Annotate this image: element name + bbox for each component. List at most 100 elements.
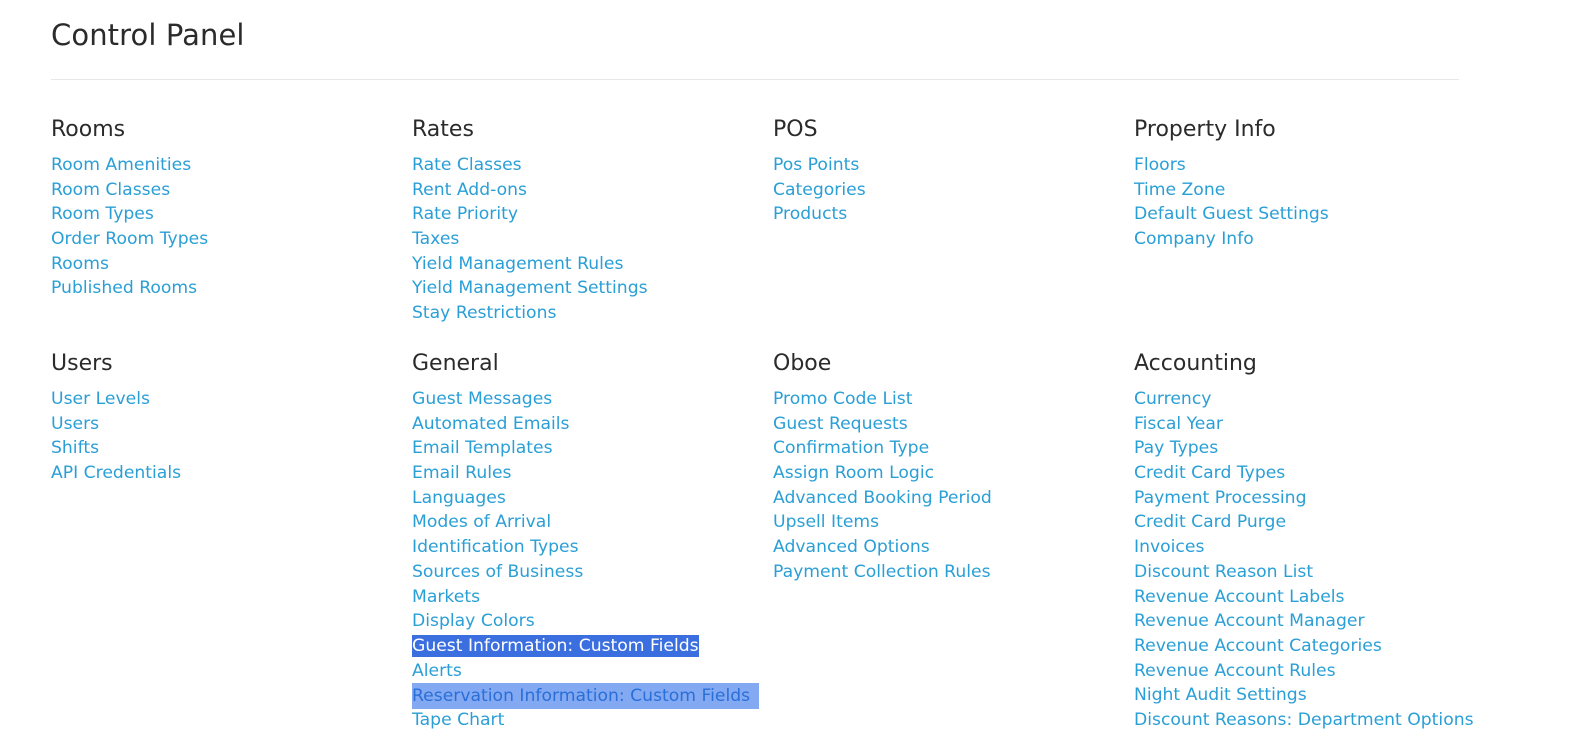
section-pos: POS Pos Points Categories Products xyxy=(773,116,1123,227)
link-fiscal-year[interactable]: Fiscal Year xyxy=(1134,414,1223,434)
link-revenue-account-manager[interactable]: Revenue Account Manager xyxy=(1134,611,1365,631)
link-night-audit-settings[interactable]: Night Audit Settings xyxy=(1134,685,1307,705)
link-room-amenities[interactable]: Room Amenities xyxy=(51,155,191,175)
list-item: Room Amenities xyxy=(51,153,401,178)
page-title: Control Panel xyxy=(51,18,245,52)
list-item: Alerts xyxy=(412,659,762,684)
link-tape-chart[interactable]: Tape Chart xyxy=(412,710,504,730)
link-company-info[interactable]: Company Info xyxy=(1134,229,1254,249)
link-languages[interactable]: Languages xyxy=(412,488,506,508)
link-users[interactable]: Users xyxy=(51,414,99,434)
list-item: Payment Processing xyxy=(1134,486,1484,511)
link-identification-types[interactable]: Identification Types xyxy=(412,537,579,557)
link-published-rooms[interactable]: Published Rooms xyxy=(51,278,197,298)
list-item: Email Templates xyxy=(412,436,762,461)
section-link-list: Rate Classes Rent Add-ons Rate Priority Tax… xyxy=(412,153,762,326)
list-item: Display Colors xyxy=(412,609,762,634)
list-item: Automated Emails xyxy=(412,412,762,437)
link-rooms[interactable]: Rooms xyxy=(51,254,109,274)
link-rate-classes[interactable]: Rate Classes xyxy=(412,155,522,175)
list-item: Guest Information: Custom Fields xyxy=(412,634,762,659)
list-item: Discount Reason List xyxy=(1134,560,1484,585)
link-order-room-types[interactable]: Order Room Types xyxy=(51,229,208,249)
section-heading-property-info: Property Info xyxy=(1134,117,1276,142)
link-pay-types[interactable]: Pay Types xyxy=(1134,438,1218,458)
link-taxes[interactable]: Taxes xyxy=(412,229,459,249)
link-room-classes[interactable]: Room Classes xyxy=(51,180,170,200)
list-item: Modes of Arrival xyxy=(412,510,762,535)
list-item: Products xyxy=(773,202,1123,227)
list-item: Room Types xyxy=(51,202,401,227)
link-guest-messages[interactable]: Guest Messages xyxy=(412,389,552,409)
link-shifts[interactable]: Shifts xyxy=(51,438,99,458)
link-api-credentials[interactable]: API Credentials xyxy=(51,463,181,483)
list-item: Guest Messages xyxy=(412,387,762,412)
link-credit-card-purge[interactable]: Credit Card Purge xyxy=(1134,512,1286,532)
list-item: Confirmation Type xyxy=(773,436,1123,461)
list-item: Stay Restrictions xyxy=(412,301,762,326)
link-currency[interactable]: Currency xyxy=(1134,389,1211,409)
link-email-rules[interactable]: Email Rules xyxy=(412,463,512,483)
list-item: Guest Requests xyxy=(773,412,1123,437)
list-item: Default Guest Settings xyxy=(1134,202,1484,227)
section-link-list: Room Amenities Room Classes Room Types Orde… xyxy=(51,153,401,301)
link-guest-information-custom-fields[interactable]: Guest Information: Custom Fields xyxy=(412,634,699,657)
link-credit-card-types[interactable]: Credit Card Types xyxy=(1134,463,1285,483)
list-item: Invoices xyxy=(1134,535,1484,560)
link-pos-points[interactable]: Pos Points xyxy=(773,155,859,175)
list-item: Credit Card Types xyxy=(1134,461,1484,486)
link-sources-of-business[interactable]: Sources of Business xyxy=(412,562,583,582)
link-assign-room-logic[interactable]: Assign Room Logic xyxy=(773,463,934,483)
link-confirmation-type[interactable]: Confirmation Type xyxy=(773,438,929,458)
link-display-colors[interactable]: Display Colors xyxy=(412,611,535,631)
link-revenue-account-labels[interactable]: Revenue Account Labels xyxy=(1134,587,1345,607)
link-time-zone[interactable]: Time Zone xyxy=(1134,180,1225,200)
link-products[interactable]: Products xyxy=(773,204,847,224)
link-alerts[interactable]: Alerts xyxy=(412,661,462,681)
link-advanced-booking-period[interactable]: Advanced Booking Period xyxy=(773,488,992,508)
list-item: Revenue Account Manager xyxy=(1134,609,1484,634)
list-item: Email Rules xyxy=(412,461,762,486)
list-item: Users xyxy=(51,412,401,437)
link-email-templates[interactable]: Email Templates xyxy=(412,438,553,458)
link-default-guest-settings[interactable]: Default Guest Settings xyxy=(1134,204,1329,224)
link-markets[interactable]: Markets xyxy=(412,587,480,607)
link-stay-restrictions[interactable]: Stay Restrictions xyxy=(412,303,556,323)
link-discount-reason-list[interactable]: Discount Reason List xyxy=(1134,562,1313,582)
link-payment-processing[interactable]: Payment Processing xyxy=(1134,488,1307,508)
link-rate-priority[interactable]: Rate Priority xyxy=(412,204,518,224)
list-item: Payment Collection Rules xyxy=(773,560,1123,585)
link-reservation-information-custom-fields[interactable]: Reservation Information: Custom Fields xyxy=(412,683,760,710)
link-promo-code-list[interactable]: Promo Code List xyxy=(773,389,913,409)
list-item: Rooms xyxy=(51,252,401,277)
link-yield-management-rules[interactable]: Yield Management Rules xyxy=(412,254,623,274)
list-item: Reservation Information: Custom Fields xyxy=(412,683,762,710)
link-yield-management-settings[interactable]: Yield Management Settings xyxy=(412,278,648,298)
link-categories[interactable]: Categories xyxy=(773,180,866,200)
link-discount-reasons-department-options[interactable]: Discount Reasons: Department Options xyxy=(1134,710,1474,730)
section-heading-rates: Rates xyxy=(412,117,474,142)
link-user-levels[interactable]: User Levels xyxy=(51,389,150,409)
control-panel-page: Control Panel Rooms Room Amenities Room Cl… xyxy=(0,0,1588,744)
list-item: Pay Types xyxy=(1134,436,1484,461)
link-revenue-account-rules[interactable]: Revenue Account Rules xyxy=(1134,661,1336,681)
list-item: Credit Card Purge xyxy=(1134,510,1484,535)
list-item: Assign Room Logic xyxy=(773,461,1123,486)
link-payment-collection-rules[interactable]: Payment Collection Rules xyxy=(773,562,991,582)
link-revenue-account-categories[interactable]: Revenue Account Categories xyxy=(1134,636,1382,656)
link-rent-add-ons[interactable]: Rent Add-ons xyxy=(412,180,527,200)
link-automated-emails[interactable]: Automated Emails xyxy=(412,414,570,434)
link-advanced-options[interactable]: Advanced Options xyxy=(773,537,930,557)
list-item: Pos Points xyxy=(773,153,1123,178)
link-guest-requests[interactable]: Guest Requests xyxy=(773,414,908,434)
link-upsell-items[interactable]: Upsell Items xyxy=(773,512,879,532)
list-item: Revenue Account Rules xyxy=(1134,659,1484,684)
list-item: Floors xyxy=(1134,153,1484,178)
section-heading-general: General xyxy=(412,351,499,376)
link-invoices[interactable]: Invoices xyxy=(1134,537,1204,557)
list-item: Time Zone xyxy=(1134,178,1484,203)
list-item: Yield Management Rules xyxy=(412,252,762,277)
link-modes-of-arrival[interactable]: Modes of Arrival xyxy=(412,512,551,532)
link-room-types[interactable]: Room Types xyxy=(51,204,154,224)
link-floors[interactable]: Floors xyxy=(1134,155,1186,175)
